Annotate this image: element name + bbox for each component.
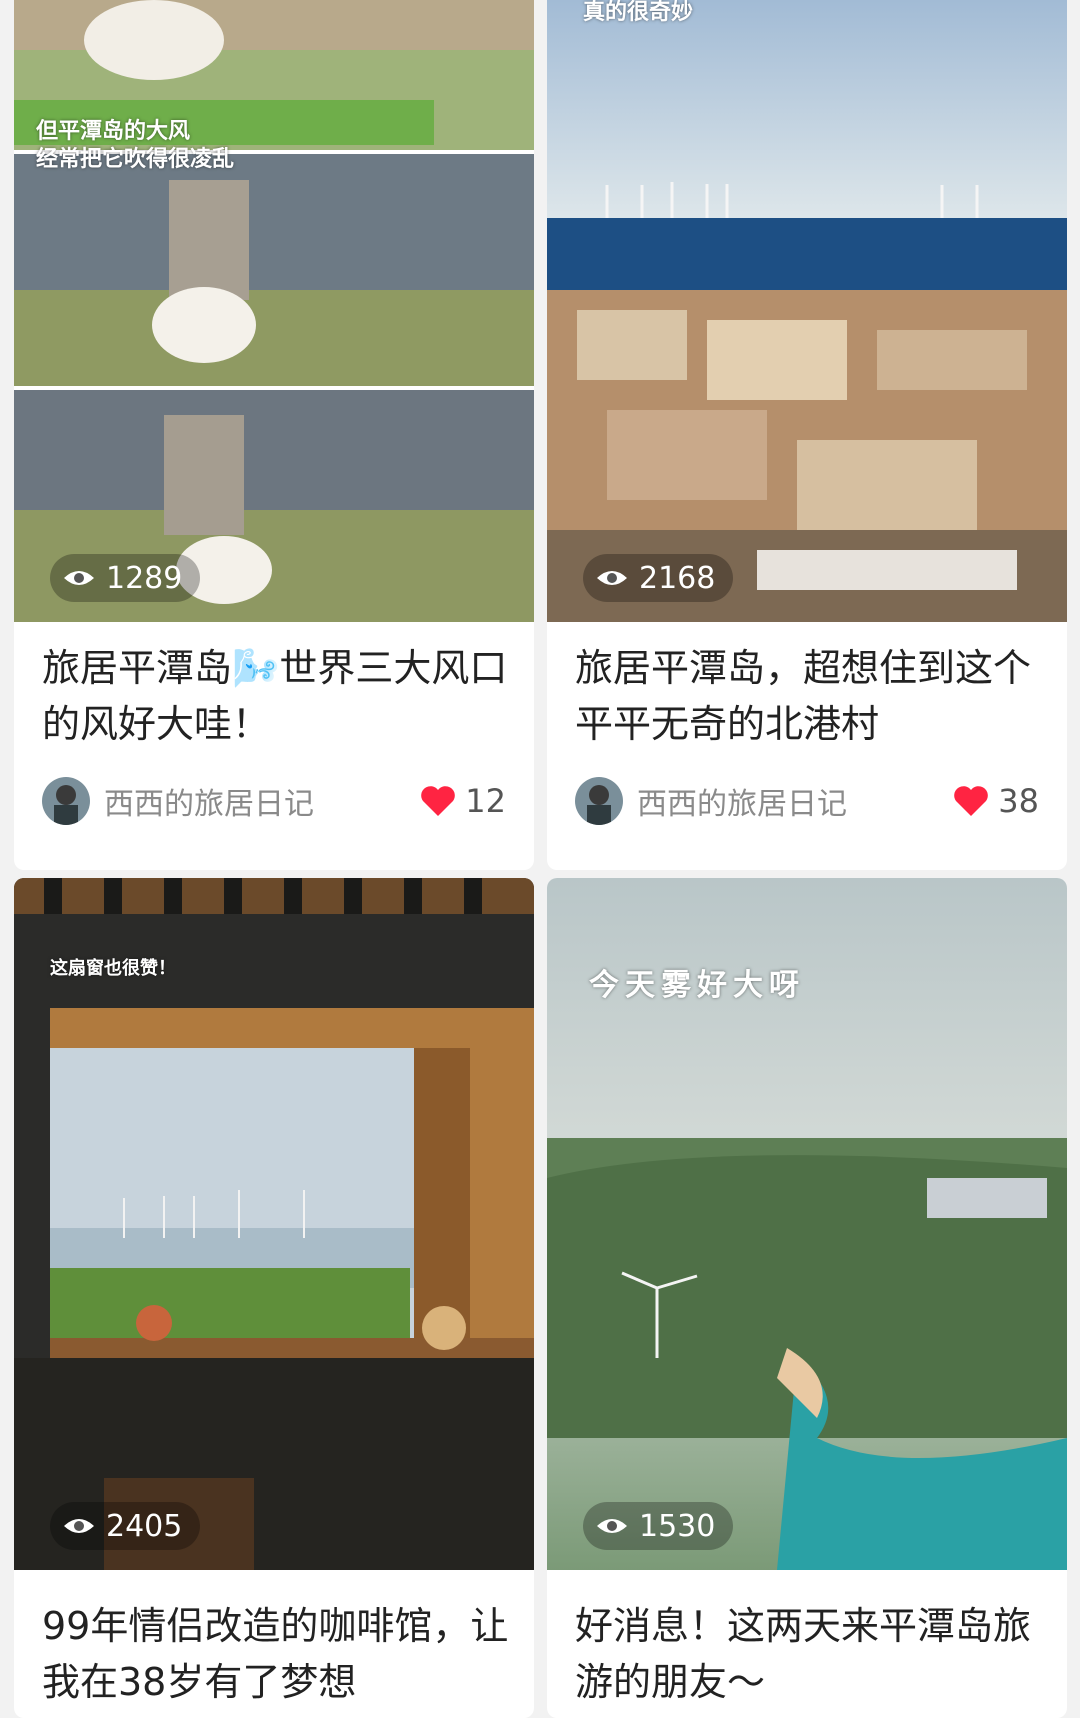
note-cover-image[interactable]: 今天雾好大呀 1530 — [547, 878, 1067, 1570]
note-cover-image[interactable]: 这扇窗也很赞！ 2405 — [14, 878, 534, 1570]
like-count: 38 — [998, 782, 1039, 820]
note-cover-image[interactable]: 但平潭岛的大风 经常把它吹得很凌乱 1289 — [14, 0, 534, 622]
view-count-badge: 1289 — [50, 554, 201, 602]
like-button[interactable]: 38 — [952, 782, 1039, 820]
avatar[interactable] — [575, 777, 623, 825]
note-title[interactable]: 好消息！这两天来平潭岛旅游的朋友～ — [575, 1598, 1047, 1710]
view-count: 2405 — [106, 1508, 183, 1544]
cover-caption: 真的很奇妙 — [583, 0, 694, 25]
cover-caption: 今天雾好大呀 — [589, 968, 805, 1003]
eye-icon — [597, 571, 627, 585]
view-count-badge: 1530 — [583, 1502, 734, 1550]
author-name[interactable]: 西西的旅居日记 — [637, 779, 952, 823]
note-card[interactable]: 真的很奇妙 2168 旅居平潭岛，超想住到这个平平无奇的北港村 西西的旅居日记 … — [547, 0, 1067, 870]
note-card[interactable]: 这扇窗也很赞！ 2405 99年情侣改造的咖啡馆，让我在38岁有了梦想 — [14, 878, 534, 1718]
view-count: 1289 — [106, 560, 183, 596]
eye-icon — [64, 571, 94, 585]
eye-icon — [597, 1519, 627, 1533]
note-title[interactable]: 旅居平潭岛，超想住到这个平平无奇的北港村 — [575, 640, 1047, 752]
note-title[interactable]: 旅居平潭岛🌬️世界三大风口的风好大哇！ — [42, 640, 514, 752]
like-count: 12 — [465, 782, 506, 820]
heart-icon — [954, 786, 989, 816]
note-card[interactable]: 但平潭岛的大风 经常把它吹得很凌乱 1289 旅居平潭岛🌬️世界三大风口的风好大… — [14, 0, 534, 870]
cover-caption: 经常把它吹得很凌乱 — [36, 147, 235, 172]
avatar[interactable] — [42, 777, 90, 825]
note-title[interactable]: 99年情侣改造的咖啡馆，让我在38岁有了梦想 — [42, 1598, 514, 1710]
view-count-badge: 2405 — [50, 1502, 201, 1550]
cover-illustration — [14, 878, 534, 1570]
cover-caption: 这扇窗也很赞！ — [50, 958, 176, 979]
view-count: 2168 — [639, 560, 716, 596]
eye-icon — [64, 1519, 94, 1533]
view-count: 1530 — [639, 1508, 716, 1544]
author-name[interactable]: 西西的旅居日记 — [104, 779, 419, 823]
note-card[interactable]: 今天雾好大呀 1530 好消息！这两天来平潭岛旅游的朋友～ — [547, 878, 1067, 1718]
cover-caption: 但平潭岛的大风 — [36, 119, 191, 144]
like-button[interactable]: 12 — [419, 782, 506, 820]
note-cover-image[interactable]: 真的很奇妙 2168 — [547, 0, 1067, 622]
cover-illustration — [547, 0, 1067, 622]
heart-icon — [421, 786, 456, 816]
cover-illustration — [14, 0, 534, 622]
view-count-badge: 2168 — [583, 554, 734, 602]
